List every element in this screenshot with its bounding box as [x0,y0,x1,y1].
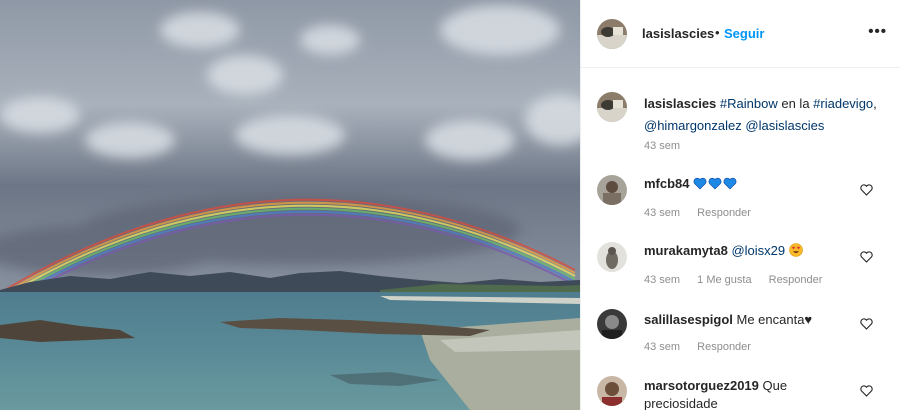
comment-username[interactable]: murakamyta8 [644,243,728,258]
comment-text: mfcb84 [644,175,864,193]
author-avatar[interactable] [597,19,627,49]
comment-text: marsotorguez2019 Que preciosidade [644,377,864,410]
comment-meta: 43 sem 1 Me gusta Responder [644,274,836,286]
reply-button[interactable]: Responder [697,341,751,353]
mention-himargonzalez[interactable]: @himargonzalez [644,118,742,133]
comment-text: salillasespigol Me encanta♥ [644,311,864,329]
comment-username[interactable]: mfcb84 [644,176,690,191]
hashtag-riadevigo[interactable]: #riadevigo [813,96,873,111]
comment-meta: 43 sem Responder [644,207,765,219]
heart-outline-icon[interactable] [860,251,873,263]
comment-body: Que [762,378,788,393]
caption-meta: 43 sem [644,140,694,152]
comment-timestamp[interactable]: 43 sem [644,341,680,353]
caption-mid-text: en la [777,96,814,111]
post-viewer: lasislascies • Seguir ••• lasislascies #… [0,0,900,410]
comment-username[interactable]: salillasespigol [644,312,733,327]
comment-timestamp[interactable]: 43 sem [644,207,680,219]
comment-like-count[interactable]: 1 Me gusta [697,274,751,286]
follow-button[interactable]: Seguir [724,26,764,41]
header-separator: • [715,25,720,40]
author-username[interactable]: lasislascies [642,26,714,41]
caption-timestamp[interactable]: 43 sem [644,140,680,152]
caption-username[interactable]: lasislascies [644,96,716,111]
comment-meta: 43 sem Responder [644,341,765,353]
post-header: lasislascies • Seguir ••• [581,0,900,68]
post-photo[interactable] [0,0,580,410]
blue-heart-emoji [693,176,738,191]
more-options-icon[interactable]: ••• [868,23,887,40]
comment-avatar[interactable] [597,242,627,272]
comment-timestamp[interactable]: 43 sem [644,274,680,286]
hashtag-rainbow[interactable]: #Rainbow [720,96,778,111]
comment-body: Me encanta♥ [736,312,813,327]
mention-lasislascies[interactable]: @lasislascies [745,118,824,133]
comment-avatar[interactable] [597,175,627,205]
post-side-panel: lasislascies • Seguir ••• lasislascies #… [580,0,900,410]
caption-text: lasislascies #Rainbow en la #riadevigo, … [644,93,889,137]
comment-avatar[interactable] [597,376,627,406]
heart-outline-icon[interactable] [860,184,873,196]
reply-button[interactable]: Responder [697,207,751,219]
caption-comma: , [873,96,877,111]
heart-eyes-emoji [788,243,804,258]
heart-outline-icon[interactable] [860,385,873,397]
heart-outline-icon[interactable] [860,318,873,330]
comment-username[interactable]: marsotorguez2019 [644,378,759,393]
comment-mention[interactable]: @loisx29 [731,243,785,258]
caption-avatar[interactable] [597,92,627,122]
reply-button[interactable]: Responder [769,274,823,286]
comment-text: murakamyta8 @loisx29 [644,242,864,260]
comment-body-line2: preciosidade [644,396,718,410]
comment-avatar[interactable] [597,309,627,339]
